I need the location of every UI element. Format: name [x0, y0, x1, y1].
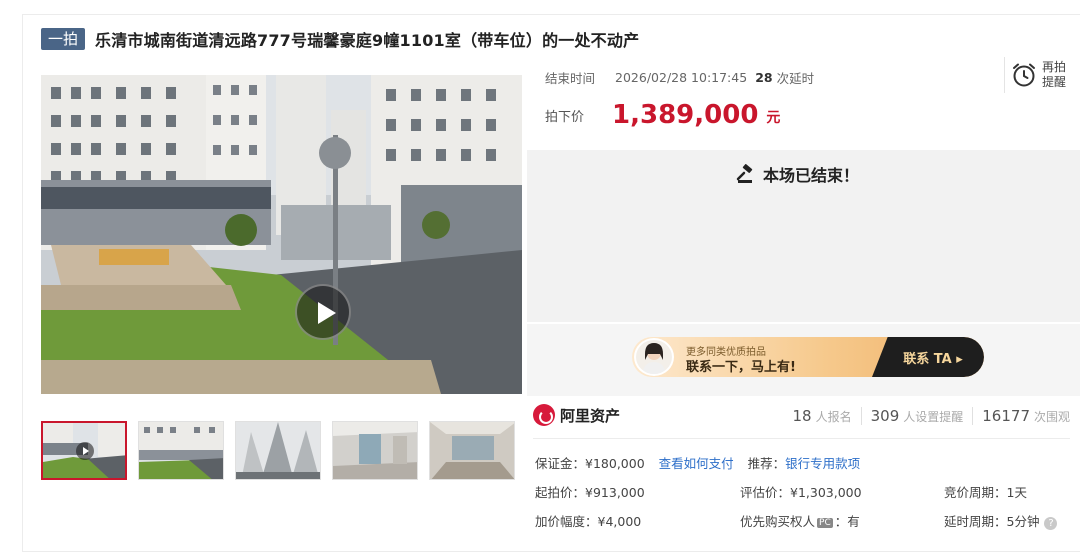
deposit-value: ¥180,000 [585, 456, 645, 471]
stat-label: 次围观 [1033, 410, 1070, 424]
round-tag: 一拍 [41, 28, 86, 50]
priority-label: 优先购买权人 [740, 514, 816, 529]
thumbnail-1[interactable] [41, 421, 127, 480]
divider [533, 438, 1070, 439]
bid-cycle-value: 1天 [1006, 485, 1027, 500]
bank-payment-link[interactable]: 银行专用款项 [785, 456, 860, 471]
sold-price-row: 拍下价 1,389,000 元 [545, 100, 780, 130]
stat-label: 人报名 [815, 410, 852, 424]
deposit-cell: 保证金：¥180,000 查看如何支付 推荐：银行专用款项 [535, 453, 860, 472]
increment-value: ¥4,000 [597, 514, 642, 529]
priority-value: ：有 [834, 514, 860, 529]
thumbnail-2[interactable] [138, 421, 224, 480]
currency-unit: 元 [766, 110, 781, 126]
stat-reminders: 309 人设置提醒 [862, 407, 974, 425]
priority-cell: 优先购买权人 PC ：有 [740, 511, 860, 530]
start-price-label: 起拍价： [535, 485, 586, 500]
stat-label: 人设置提醒 [903, 410, 964, 424]
contact-agent-banner[interactable]: 更多同类优质拍品 联系一下，马上有! 联系 TA ▸ [632, 337, 984, 377]
contact-ta-button[interactable]: 联系 TA ▸ [872, 337, 984, 377]
start-price-value: ¥913,000 [585, 485, 645, 500]
increment-label: 加价幅度： [535, 514, 598, 529]
extension-label: 次延时 [776, 71, 815, 86]
promo-line2: 联系一下，马上有! [686, 360, 796, 375]
delay-cycle-label: 延时周期： [944, 514, 1007, 529]
agent-avatar [634, 338, 674, 376]
auction-status-text: 本场已结束！ [763, 166, 860, 185]
thumbnail-3[interactable] [235, 421, 321, 480]
stat-registrations: 18 人报名 [784, 407, 862, 425]
alarm-clock-icon [1013, 63, 1035, 87]
pc-badge: PC [817, 518, 833, 528]
ali-asset-logo-icon [533, 404, 555, 426]
stat-views: 16177 次围观 [973, 407, 1070, 425]
lot-title-row: 一拍 乐清市城南街道清远路777号瑞馨豪庭9幢1101室（带车位）的一处不动产 [41, 27, 639, 51]
extension-count: 28 [755, 70, 773, 85]
main-property-image[interactable] [41, 75, 522, 394]
gavel-icon [736, 164, 753, 183]
end-time-label: 结束时间 [545, 71, 596, 86]
how-to-pay-link[interactable]: 查看如何支付 [659, 456, 734, 471]
sold-price-label: 拍下价 [545, 109, 585, 125]
bid-cycle-cell: 竞价周期：1天 [944, 482, 1027, 501]
stat-number: 18 [792, 407, 812, 425]
help-icon[interactable]: ? [1044, 517, 1058, 530]
appraisal-label: 评估价： [740, 485, 791, 500]
end-time-value: 2026/02/28 10:17:45 [615, 70, 748, 85]
remind-label: 再拍提醒 [1042, 60, 1067, 89]
end-time-row: 结束时间 2026/02/28 10:17:45 28 次延时 [545, 68, 814, 87]
increment-cell: 加价幅度：¥4,000 [535, 511, 641, 530]
sold-price-value: 1,389,000 [612, 100, 759, 130]
start-price-cell: 起拍价：¥913,000 [535, 482, 645, 501]
auction-ended-message: 本场已结束！ [736, 162, 859, 186]
appraisal-cell: 评估价：¥1,303,000 [740, 482, 862, 501]
appraisal-value: ¥1,303,000 [790, 485, 862, 500]
re-auction-remind-button[interactable]: 再拍提醒 [1004, 57, 1080, 93]
delay-cycle-cell: 延时周期：5分钟? [944, 511, 1058, 530]
delay-cycle-value: 5分钟 [1006, 514, 1040, 529]
thumbnail-5[interactable] [429, 421, 515, 480]
bid-cycle-label: 竞价周期： [944, 485, 1007, 500]
recommend-label: 推荐： [747, 456, 786, 471]
thumbnail-4[interactable] [332, 421, 418, 480]
stat-number: 309 [870, 407, 900, 425]
stats-bar: 18 人报名 309 人设置提醒 16177 次围观 [784, 407, 1070, 425]
brand-name: 阿里资产 [560, 406, 621, 425]
play-icon [76, 442, 94, 460]
stat-number: 16177 [982, 407, 1030, 425]
thumbnail-strip [41, 421, 526, 480]
lot-title: 乐清市城南街道清远路777号瑞馨豪庭9幢1101室（带车位）的一处不动产 [95, 31, 640, 50]
brand: 阿里资产 [533, 404, 620, 426]
deposit-label: 保证金： [535, 456, 586, 471]
play-video-icon[interactable] [295, 284, 351, 340]
